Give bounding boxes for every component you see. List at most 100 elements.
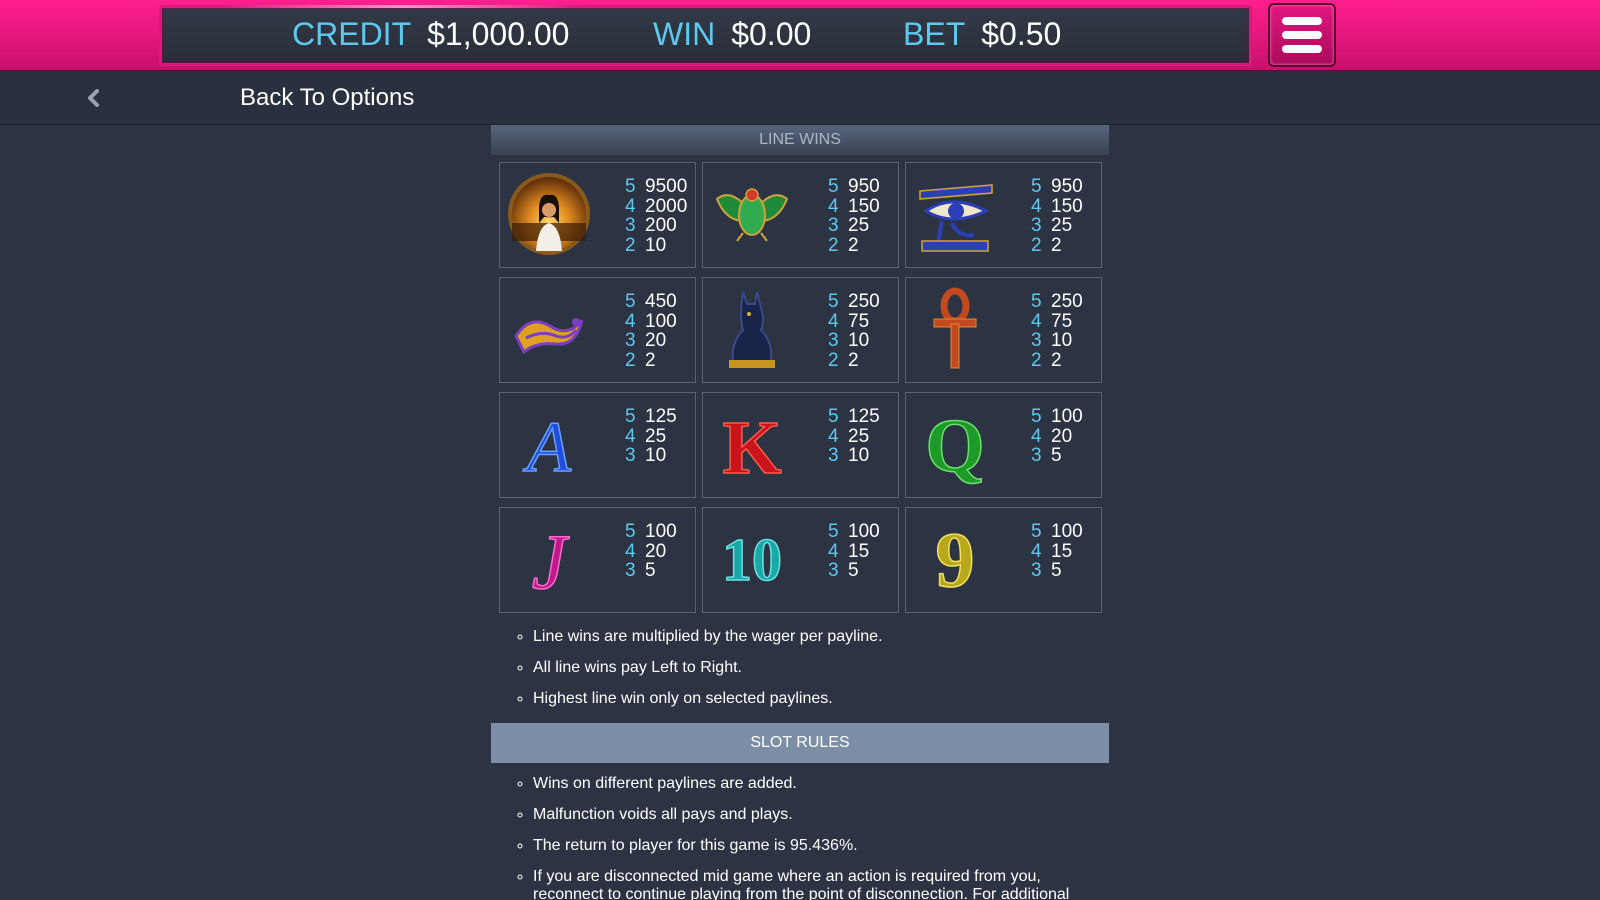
list-item: If you are disconnected mid game where a…: [533, 868, 1109, 900]
symbol-count: 5: [625, 291, 636, 312]
pay-amount: 150: [1051, 195, 1083, 217]
pay-amount: 150: [848, 195, 880, 217]
pay-amount: 20: [1051, 425, 1073, 447]
menu-bar: [1282, 31, 1322, 39]
pay-amount: 25: [645, 425, 667, 447]
pay-amount: 15: [1051, 540, 1073, 562]
pay-amount: 100: [848, 521, 880, 542]
pay-values: 5 100 4 15 35: [1031, 522, 1083, 581]
jack-glyph: J: [532, 518, 570, 602]
symbol-count: 3: [625, 330, 636, 351]
pay-values: 5 9500 4 2000 3 200 2 10: [625, 177, 687, 255]
pay-amount: 100: [645, 521, 677, 542]
cat-statue-symbol-icon: [709, 286, 795, 372]
pay-amount: 100: [645, 310, 677, 332]
list-item: Wins on different paylines are added.: [533, 775, 1109, 793]
symbol-count: 5: [828, 291, 839, 312]
pay-amount: 25: [848, 425, 870, 447]
pay-amount: 2: [1051, 234, 1062, 256]
pay-amount: 20: [645, 540, 667, 562]
pay-amount: 2: [1051, 349, 1062, 371]
paytable-content: LINE WINS 5 9500 4 2000 3 200 2 10 5 950…: [491, 125, 1109, 900]
symbol-count: 3: [828, 445, 839, 466]
ankh-symbol-icon: [912, 286, 998, 372]
pay-values: 5 100 4 20 35: [1031, 407, 1083, 466]
king-glyph: K: [722, 406, 781, 487]
pay-amount: 125: [848, 406, 880, 427]
symbol-count: 3: [828, 215, 839, 236]
pay-amount: 9500: [645, 176, 688, 197]
pay-amount: 2000: [645, 195, 688, 217]
paytable-cell: 5 950 4 150 3 25 22: [702, 162, 899, 268]
win-label: WIN: [653, 16, 716, 52]
paytable-cell: K 5 125 4 25 3 10: [702, 392, 899, 498]
pay-amount: 10: [848, 445, 870, 466]
list-item: Line wins are multiplied by the wager pe…: [533, 628, 1109, 646]
pay-amount: 100: [1051, 406, 1083, 427]
slot-rules-header: SLOT RULES: [491, 723, 1109, 763]
symbol-count: 5: [625, 176, 636, 197]
credit-value: $1,000.00: [427, 16, 570, 52]
nine-glyph: 9: [936, 516, 975, 602]
symbol-count: 5: [625, 406, 636, 427]
ten-symbol-icon: 10: [709, 516, 795, 602]
symbol-count: 3: [1031, 445, 1042, 466]
king-symbol-icon: K: [709, 401, 795, 487]
symbol-count: 2: [1031, 234, 1042, 256]
symbol-count: 4: [625, 540, 636, 562]
pay-values: 5 125 4 25 3 10: [828, 407, 880, 466]
credit-label: CREDIT: [292, 16, 412, 52]
pay-amount: 75: [1051, 310, 1073, 332]
back-bar: Back To Options: [0, 71, 1600, 125]
line-wins-notes: Line wins are multiplied by the wager pe…: [491, 613, 1109, 723]
list-item: All line wins pay Left to Right.: [533, 659, 1109, 677]
pay-amount: 10: [848, 330, 870, 351]
scarab-symbol-icon: [709, 171, 795, 257]
symbol-count: 4: [1031, 310, 1042, 332]
list-item: Malfunction voids all pays and plays.: [533, 806, 1109, 824]
symbol-count: 4: [828, 425, 839, 447]
pay-amount: 250: [848, 291, 880, 312]
pay-amount: 200: [645, 215, 677, 236]
hamburger-menu-icon[interactable]: [1268, 3, 1336, 67]
symbol-count: 3: [625, 215, 636, 236]
chevron-left-icon[interactable]: [84, 88, 102, 108]
queen-glyph: Q: [925, 404, 984, 487]
symbol-count: 4: [828, 310, 839, 332]
pay-amount: 10: [645, 445, 667, 466]
paytable-cell: 9 5 100 4 15 35: [905, 507, 1102, 613]
paytable-cell: 5 250 4 75 3 10 22: [905, 277, 1102, 383]
pay-amount: 2: [645, 349, 656, 371]
symbol-count: 2: [625, 234, 636, 256]
pay-amount: 10: [645, 234, 667, 256]
pay-values: 5 100 4 15 35: [828, 522, 880, 581]
paytable-cell: 5 250 4 75 3 10 22: [702, 277, 899, 383]
pay-amount: 75: [848, 310, 870, 332]
symbol-count: 4: [1031, 425, 1042, 447]
symbol-count: 4: [1031, 195, 1042, 217]
paytable-cell: 10 5 100 4 15 35: [702, 507, 899, 613]
slot-rules-notes: Wins on different paylines are added. Ma…: [491, 763, 1109, 900]
symbol-count: 4: [625, 425, 636, 447]
paytable-grid: 5 9500 4 2000 3 200 2 10 5 950 4 150 3 25: [491, 155, 1109, 613]
pay-values: 5 250 4 75 3 10 22: [1031, 292, 1083, 370]
symbol-count: 5: [625, 521, 636, 542]
pay-amount: 100: [1051, 521, 1083, 542]
line-wins-header: LINE WINS: [491, 125, 1109, 155]
symbol-count: 3: [625, 560, 636, 581]
pay-amount: 5: [848, 560, 859, 581]
pay-amount: 950: [1051, 176, 1083, 197]
win-value: $0.00: [731, 16, 812, 52]
symbol-count: 5: [828, 521, 839, 542]
symbol-count: 3: [625, 445, 636, 466]
meter-panel-highlight: [222, 5, 582, 8]
symbol-count: 4: [828, 195, 839, 217]
symbol-count: 5: [828, 176, 839, 197]
pay-values: 5 950 4 150 3 25 22: [828, 177, 880, 255]
symbol-count: 3: [1031, 330, 1042, 351]
symbol-count: 3: [828, 560, 839, 581]
pay-amount: 20: [645, 330, 667, 351]
back-to-options-link[interactable]: Back To Options: [240, 84, 414, 112]
pay-amount: 15: [848, 540, 870, 562]
pay-values: 5 450 4 100 3 20 22: [625, 292, 677, 370]
